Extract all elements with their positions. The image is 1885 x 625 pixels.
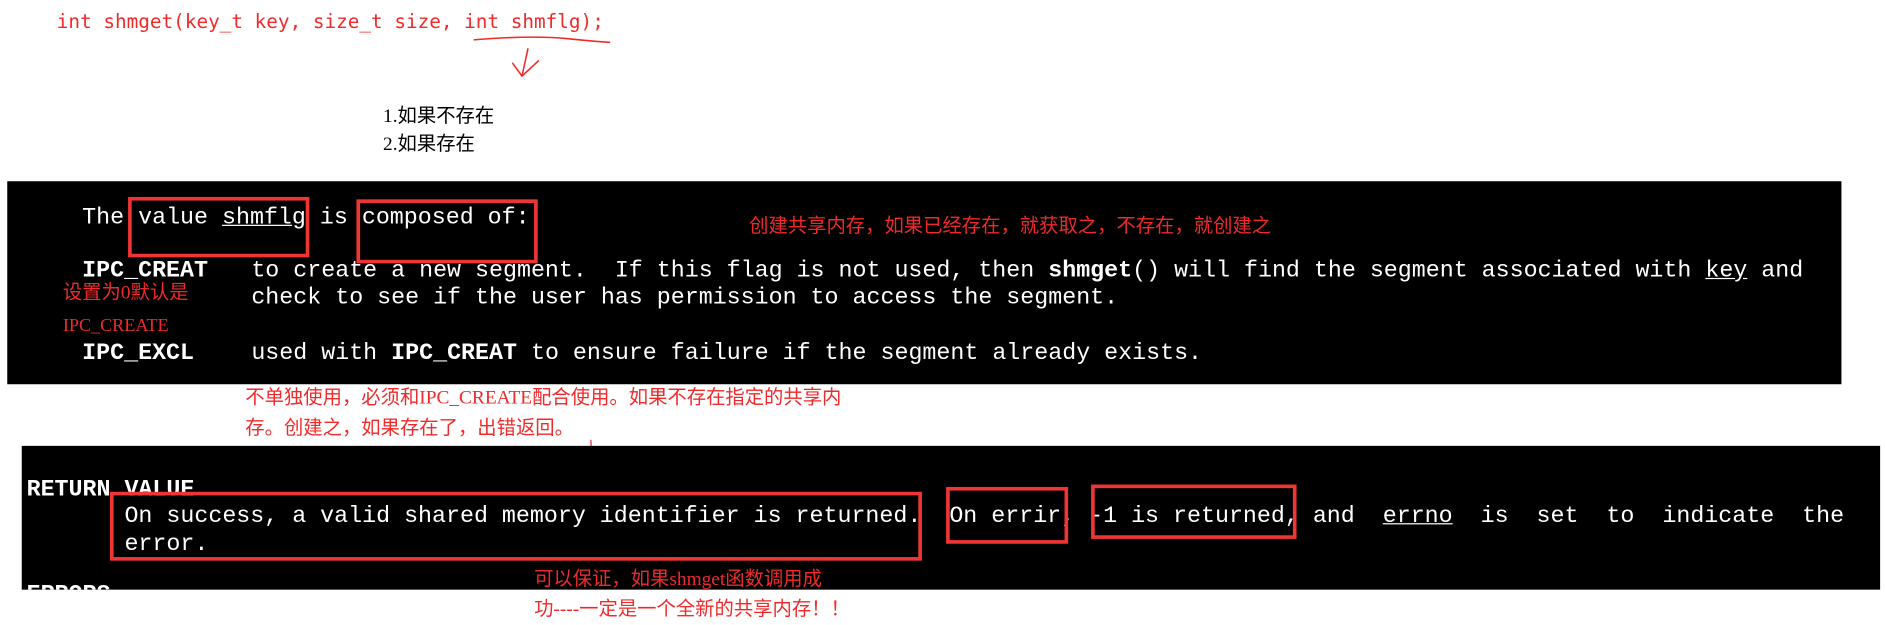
annotation-default-2: IPC_CREATE xyxy=(62,316,169,336)
case-item: 2.如果存在 xyxy=(383,134,475,155)
arrow-down-icon xyxy=(511,48,540,78)
ipc-creat-description-2: check to see if the user has permission … xyxy=(251,283,1119,311)
highlight-box xyxy=(109,491,922,561)
case-item: 1.如果不存在 xyxy=(383,106,495,127)
highlight-box xyxy=(946,486,1069,544)
function-signature: int shmget(key_t key, size_t size, int s… xyxy=(56,9,604,33)
annotation-guarantee: 可以保证，如果shmget函数调用成 xyxy=(534,569,822,590)
highlight-box xyxy=(1091,484,1297,539)
flag-name-ipc-excl: IPC_EXCL xyxy=(82,339,195,367)
annotation-excl-2: 存。创建之，如果存在了，出错返回。 xyxy=(245,418,574,439)
annotation-excl: 不单独使用，必须和IPC_CREATE配合使用。如果不存在指定的共享内 xyxy=(245,387,842,409)
annotation-guarantee-2: 功----一定是一个全新的共享内存！！ xyxy=(534,599,850,620)
highlight-box xyxy=(128,196,310,258)
highlight-box xyxy=(356,199,538,264)
annotation-composed: 创建共享内存，如果已经存在，就获取之，不存在，就创建之 xyxy=(749,216,1272,237)
annotation-default: 设置为0默认是 xyxy=(62,282,189,304)
ipc-excl-description: used with IPC_CREAT to ensure failure if… xyxy=(251,339,1203,367)
annotated-screenshot: int shmget(key_t key, size_t size, int s… xyxy=(0,0,1885,623)
section-heading-errors: ERRORS xyxy=(27,581,111,589)
underline-stroke xyxy=(473,36,611,44)
cases-list: 1.如果不存在 2.如果存在 xyxy=(383,103,494,159)
